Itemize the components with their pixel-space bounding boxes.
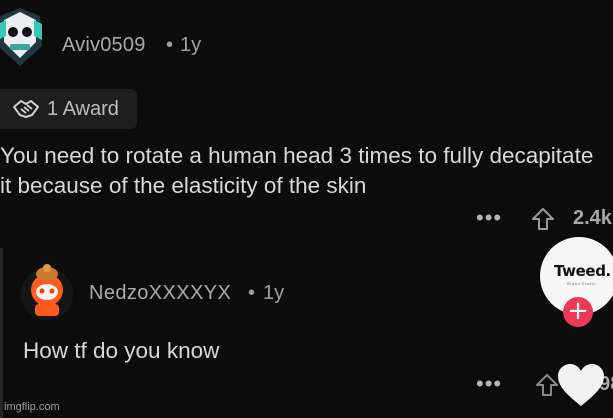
heart-icon[interactable]: [556, 362, 606, 408]
reply-more-options-button[interactable]: •••: [476, 371, 502, 397]
award-badge[interactable]: 1 Award: [0, 89, 137, 129]
reply-meta-separator: •: [248, 282, 256, 304]
meta-separator: •: [166, 34, 174, 56]
avatar[interactable]: [0, 6, 46, 70]
comment-age: 1y: [180, 34, 202, 56]
upvote-icon[interactable]: [530, 206, 556, 232]
comment-author[interactable]: Aviv0509: [62, 34, 146, 57]
reply-age: 1y: [263, 282, 285, 304]
comment-body: You need to rotate a human head 3 times …: [0, 143, 594, 198]
screen: Aviv0509 • 1y 1 Award You need to rotate…: [0, 0, 613, 418]
award-label: 1 Award: [47, 98, 119, 120]
comment-score: 2.4k: [573, 207, 612, 229]
reply-author[interactable]: NedzoXXXXYX: [89, 282, 231, 305]
handshake-icon: [13, 100, 39, 118]
watermark: imgflip.com: [4, 401, 60, 413]
thread-line: [0, 248, 3, 418]
account-subtext: Brand Studio: [567, 281, 597, 286]
more-options-button[interactable]: •••: [476, 205, 502, 231]
follow-button[interactable]: +: [563, 297, 593, 327]
account-logo: Tweed.: [554, 262, 611, 280]
reply-avatar[interactable]: [18, 256, 76, 320]
reply-body: How tf do you know: [23, 338, 220, 363]
